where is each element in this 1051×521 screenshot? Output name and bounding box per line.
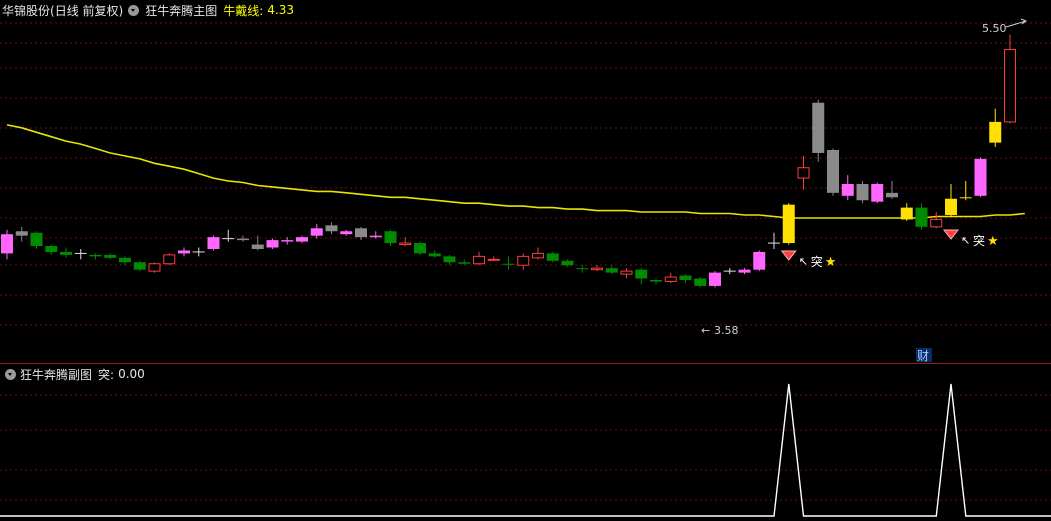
candle-body[interactable] (60, 251, 72, 255)
candle-body[interactable] (89, 254, 102, 257)
candle-body[interactable] (650, 280, 662, 282)
diamond-icon (780, 250, 797, 261)
candle-body[interactable] (974, 158, 987, 196)
candle-body[interactable] (517, 255, 530, 266)
candle-body[interactable] (310, 228, 323, 236)
candle-body[interactable] (856, 183, 869, 201)
candle-body[interactable] (45, 246, 58, 252)
signal-arrow-icon: ↖ (799, 255, 808, 268)
candle-body[interactable] (738, 269, 751, 273)
candle-body[interactable] (266, 240, 279, 248)
candle-body[interactable] (709, 272, 721, 286)
candle-body[interactable] (546, 253, 559, 261)
candle-body[interactable] (915, 207, 928, 227)
candle-body[interactable] (959, 197, 972, 199)
candle-body[interactable] (812, 102, 825, 153)
candle-body[interactable] (502, 263, 515, 265)
signal-text: 突 (973, 233, 985, 248)
candle-body[interactable] (487, 258, 500, 261)
candle-body[interactable] (414, 243, 426, 254)
candle-body[interactable] (635, 269, 648, 279)
candle-body[interactable] (694, 278, 707, 286)
high-price-label: 5.50 (982, 22, 1007, 35)
candle-body[interactable] (782, 204, 795, 244)
finance-marker-label[interactable]: 财 (917, 349, 929, 363)
candle-body[interactable] (104, 254, 117, 258)
signal-line (0, 383, 1051, 517)
candle-body[interactable] (369, 235, 382, 238)
candle-body[interactable] (753, 251, 766, 270)
star-icon: ★ (825, 255, 837, 270)
candle-body[interactable] (207, 237, 220, 249)
low-price-label: 3.58 (714, 324, 739, 337)
candle-body[interactable] (900, 207, 913, 220)
candle-body[interactable] (178, 250, 190, 254)
candle-body[interactable] (605, 268, 618, 273)
candle-body[interactable] (237, 238, 249, 241)
candle-body[interactable] (841, 183, 854, 196)
candle-body[interactable] (325, 225, 338, 232)
signal-text: 突 (811, 254, 823, 269)
candle-body[interactable] (679, 275, 692, 280)
candle-body[interactable] (930, 218, 943, 228)
candle-body[interactable] (30, 232, 43, 247)
candle-body[interactable] (428, 253, 441, 257)
candle-body[interactable] (561, 260, 574, 266)
candle-body[interactable] (458, 262, 471, 264)
candle-body[interactable] (1004, 49, 1016, 123)
candle-body[interactable] (148, 263, 161, 272)
candle-body[interactable] (591, 267, 603, 271)
star-icon: ★ (987, 234, 999, 249)
candle-body[interactable] (886, 192, 898, 198)
candle-body[interactable] (945, 198, 957, 215)
candle-body[interactable] (119, 257, 131, 263)
kline-chart[interactable]: ↖ 突 ★↖ 突 ★5.50← 3.58财 (0, 0, 1051, 521)
candle-body[interactable] (473, 255, 485, 265)
candle-body[interactable] (532, 252, 544, 259)
candle-body[interactable] (1, 234, 13, 254)
candle-body[interactable] (384, 231, 397, 244)
candle-body[interactable] (15, 231, 28, 236)
candle-body[interactable] (797, 167, 810, 179)
candle-body[interactable] (251, 244, 264, 249)
candle-body[interactable] (340, 231, 353, 235)
candle-body[interactable] (399, 242, 412, 246)
candle-body[interactable] (443, 256, 456, 263)
candle-body[interactable] (163, 254, 176, 265)
candle-body[interactable] (871, 183, 884, 202)
arrow-icon: ← (701, 324, 710, 337)
ma-line (6, 124, 1025, 219)
candle-body[interactable] (296, 237, 308, 242)
candle-body[interactable] (355, 228, 367, 238)
candle-body[interactable] (989, 121, 1002, 143)
candle-body[interactable] (281, 240, 294, 242)
signal-arrow-icon: ↖ (961, 234, 970, 247)
candle-body[interactable] (620, 270, 633, 275)
candle-body[interactable] (664, 276, 677, 282)
candle-body[interactable] (576, 268, 589, 270)
candle-body[interactable] (133, 262, 146, 270)
candle-body[interactable] (827, 150, 839, 193)
